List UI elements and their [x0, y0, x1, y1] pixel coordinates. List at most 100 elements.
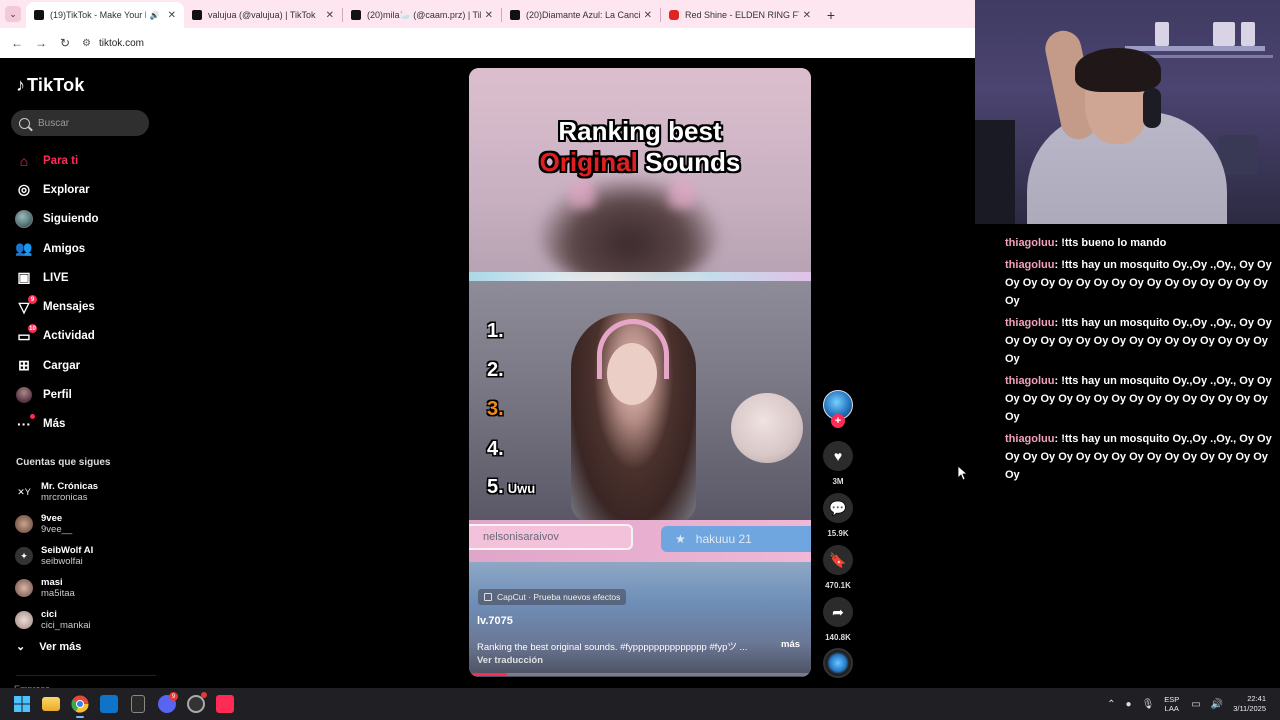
close-tab-icon[interactable]: ✕ — [168, 10, 176, 21]
chrome-icon[interactable] — [66, 690, 94, 718]
tab-title: Red Shine - ELDEN RING FT ma — [685, 10, 799, 20]
omnibox[interactable]: ⚙ tiktok.com — [82, 32, 144, 54]
capcut-effect-badge[interactable]: CapCut · Prueba nuevos efectos — [478, 589, 627, 605]
share-icon[interactable]: ➦ — [823, 597, 853, 627]
video-title-highlight: Original — [539, 147, 638, 177]
comment-count: 15.9K — [827, 529, 849, 538]
account-handle: cici_mankai — [41, 620, 91, 631]
network-icon[interactable]: ▭ — [1191, 699, 1200, 710]
nav-item-actividad[interactable]: ▭ 10 Actividad — [15, 322, 99, 351]
language-indicator[interactable]: ESP LAA — [1164, 695, 1179, 713]
divider — [16, 675, 156, 676]
search-icon — [19, 117, 30, 129]
chat-message: thiagoluu: !tts bueno lo mando — [1000, 234, 1280, 252]
video-progress-bar[interactable] — [469, 673, 811, 676]
save-action[interactable]: 🔖 470.1K — [822, 545, 854, 590]
new-tab-button[interactable]: + — [819, 2, 843, 28]
following-section-title: Cuentas que sigues — [16, 457, 111, 468]
obs-icon[interactable] — [182, 690, 210, 718]
following-account[interactable]: ✦ SeibWolf AI seibwolfai — [15, 540, 98, 572]
like-action[interactable]: ♥ 3M — [822, 441, 854, 486]
nav-item-amigos[interactable]: 👥 Amigos — [15, 234, 99, 263]
description-more-button[interactable]: más — [781, 639, 800, 650]
tab-search-button[interactable]: ⌄ — [0, 0, 26, 28]
browser-tab-bar: ⌄ (19)TikTok - Make Your Day 🔊 ✕ valujua… — [0, 0, 975, 28]
see-more-label: Ver más — [39, 640, 82, 653]
account-avatar: ✕Y — [15, 483, 33, 501]
save-count: 470.1K — [825, 581, 851, 590]
browser-tab[interactable]: Red Shine - ELDEN RING FT ma ✕ — [661, 2, 819, 28]
windows-start-icon[interactable] — [8, 690, 36, 718]
close-tab-icon[interactable]: ✕ — [485, 10, 493, 21]
chat-username: thiagoluu — [1005, 433, 1055, 445]
comment-action[interactable]: 💬 15.9K — [822, 493, 854, 538]
following-account[interactable]: masi ma5itaa — [15, 572, 98, 604]
screen: ⌄ (19)TikTok - Make Your Day 🔊 ✕ valujua… — [0, 0, 1280, 720]
browser-tab[interactable]: (20)Diamante Azul: La Canción ✕ — [502, 2, 660, 28]
bookmark-icon[interactable]: 🔖 — [823, 545, 853, 575]
see-translation-link[interactable]: Ver traducción — [477, 655, 543, 666]
search-input[interactable] — [38, 117, 138, 129]
nav-item-mensajes[interactable]: ▽ 9 Mensajes — [15, 292, 99, 321]
following-avatar-icon — [15, 210, 33, 229]
video-caption-title: Ranking best Original Sounds — [469, 116, 811, 178]
stream-chat-pill: nelsonisaraivov — [469, 524, 633, 550]
nav-item-perfil[interactable]: Perfil — [15, 380, 99, 409]
video-player[interactable]: Ranking best Original Sounds 1. 2. 3. 4.… — [469, 68, 811, 677]
speaker-icon: 🔊 — [149, 10, 160, 20]
share-action[interactable]: ➦ 140.8K — [822, 597, 854, 642]
account-name: masi — [41, 577, 63, 588]
account-avatar — [15, 579, 33, 597]
nav-item-cargar[interactable]: ⊞ Cargar — [15, 351, 99, 380]
epic-games-icon[interactable] — [124, 690, 152, 718]
follow-plus-button[interactable]: + — [831, 414, 845, 428]
video-author[interactable]: lv.7075 — [477, 615, 513, 627]
account-handle: mrcronicas — [41, 492, 88, 503]
discord-icon[interactable]: 9 — [153, 690, 181, 718]
tiktok-logo[interactable]: ♪ TikTok — [16, 75, 85, 96]
tiktok-favicon-icon — [192, 10, 202, 20]
search-box[interactable] — [11, 110, 149, 136]
nav-item-siguiendo[interactable]: Siguiendo — [15, 205, 99, 234]
back-button[interactable]: ← — [6, 32, 28, 54]
music-disc-icon[interactable] — [823, 648, 853, 678]
reload-button[interactable]: ↻ — [54, 32, 76, 54]
browser-tab[interactable]: valujua (@valujua) | TikTok ✕ — [184, 2, 342, 28]
rank-number: 5. — [487, 476, 504, 498]
rank-number: 1. — [487, 320, 504, 342]
comment-icon[interactable]: 💬 — [823, 493, 853, 523]
plush-toy — [731, 393, 803, 463]
heart-icon[interactable]: ♥ — [823, 441, 853, 471]
account-handle: 9vee__ — [41, 524, 73, 535]
close-tab-icon[interactable]: ✕ — [644, 10, 652, 21]
mouse-cursor — [957, 465, 969, 486]
nav-item-mas[interactable]: ··· Más — [15, 410, 99, 439]
nav-item-live[interactable]: ▣ LIVE — [15, 263, 99, 292]
clock[interactable]: 22:41 3/11/2025 — [1233, 694, 1266, 714]
following-account[interactable]: ✕Y Mr. Crónicas mrcronicas — [15, 476, 98, 508]
close-tab-icon[interactable]: ✕ — [326, 10, 334, 21]
nav-label: Mensajes — [43, 301, 95, 314]
see-more-button[interactable]: ⌄ Ver más — [16, 640, 82, 654]
tiktok-app-icon[interactable] — [211, 690, 239, 718]
more-icon: ··· — [15, 414, 35, 433]
rank-number: 2. — [487, 359, 504, 381]
discord-tray-icon[interactable]: ● — [1126, 699, 1132, 710]
headset-icon — [1143, 88, 1161, 128]
browser-tab-active[interactable]: (19)TikTok - Make Your Day 🔊 ✕ — [26, 2, 184, 28]
browser-tab[interactable]: (20)mila🦢 (@caam.prz) | TikTok ✕ — [343, 2, 501, 28]
nav-item-explorar[interactable]: ◎ Explorar — [15, 175, 99, 204]
microphone-icon[interactable]: 🎙 — [1142, 699, 1155, 710]
close-tab-icon[interactable]: ✕ — [803, 10, 811, 21]
following-account[interactable]: 9vee 9vee__ — [15, 508, 98, 540]
nav-item-para-ti[interactable]: ⌂ Para ti — [15, 146, 99, 175]
forward-button[interactable]: → — [30, 32, 52, 54]
outlook-icon[interactable] — [95, 690, 123, 718]
file-explorer-icon[interactable] — [37, 690, 65, 718]
tiktok-favicon-icon — [510, 10, 520, 20]
volume-icon[interactable]: 🔊 — [1211, 699, 1223, 710]
site-info-icon[interactable]: ⚙ — [82, 38, 91, 49]
chevron-up-icon[interactable]: ⌃ — [1107, 699, 1115, 710]
wall-shelf — [1125, 46, 1265, 51]
following-account[interactable]: cici cici_mankai — [15, 604, 98, 636]
